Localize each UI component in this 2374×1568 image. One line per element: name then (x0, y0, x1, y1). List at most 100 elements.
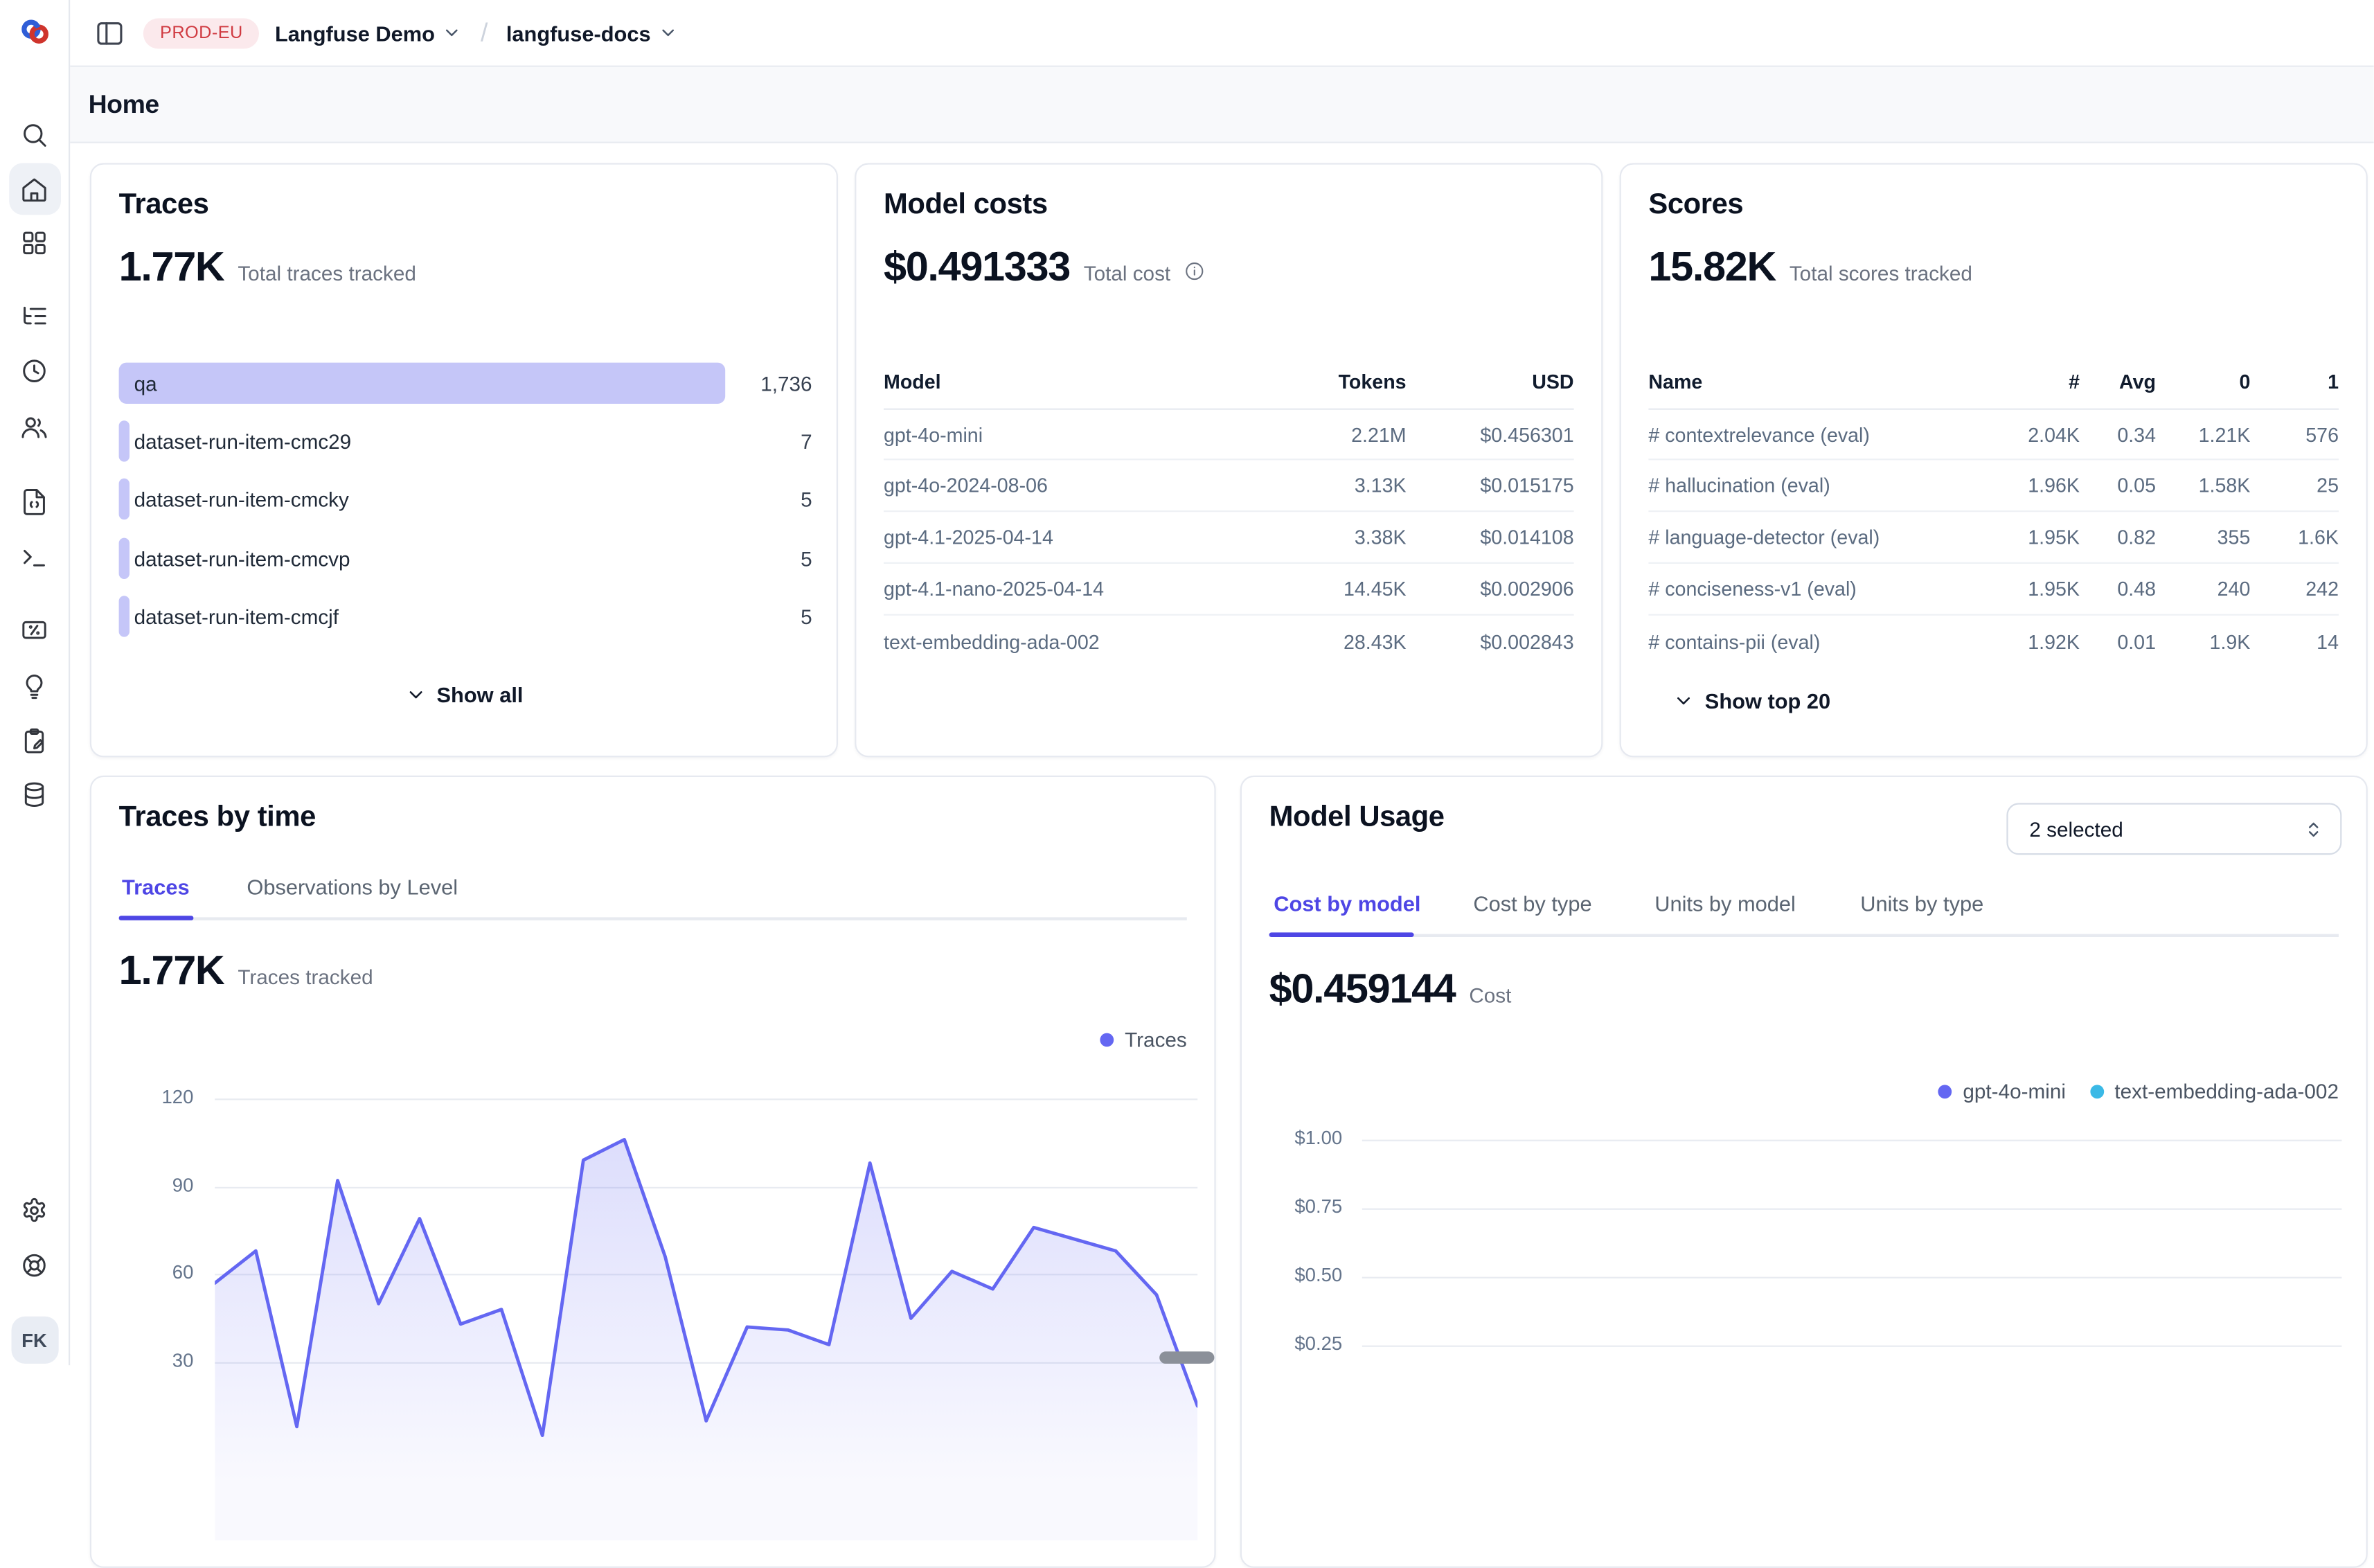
org-name: Langfuse Demo (275, 21, 435, 45)
sidebar-item-dashboards[interactable] (8, 216, 60, 268)
legend-dot (1938, 1085, 1952, 1098)
model-costs-label: Total cost (1084, 262, 1170, 285)
tab-units-by-type[interactable]: Units by type (1860, 891, 1983, 916)
traces-total-metric: 1.77K (119, 244, 224, 291)
tab-observations-by-level[interactable]: Observations by Level (247, 875, 458, 899)
settings-gear-icon (20, 1195, 49, 1224)
users-icon (20, 412, 49, 441)
traces-total-label: Total traces tracked (238, 262, 416, 285)
y-axis-label: $0.25 (1275, 1333, 1342, 1355)
org-switcher[interactable]: Langfuse Demo (275, 21, 463, 45)
table-row: gpt-4.1-nano-2025-04-1414.45K$0.002906 (884, 564, 1574, 616)
sidebar-item-settings[interactable] (8, 1184, 60, 1236)
card-title: Traces (119, 189, 209, 222)
project-switcher[interactable]: langfuse-docs (506, 21, 678, 45)
model-costs-metric: $0.491333 (884, 244, 1070, 291)
usage-cost-label: Cost (1469, 984, 1511, 1007)
model-select-value: 2 selected (2029, 817, 2123, 840)
gridline (1362, 1277, 2342, 1279)
chevrons-up-down-icon (2302, 817, 2325, 840)
model-costs-table: gpt-4o-mini2.21M$0.456301 gpt-4o-2024-08… (884, 409, 1574, 668)
tab-cost-by-model[interactable]: Cost by model (1274, 891, 1420, 916)
scores-total-metric: 15.82K (1648, 244, 1776, 291)
sidebar-item-sessions[interactable] (8, 344, 60, 396)
sidebar-item-search[interactable] (8, 108, 60, 160)
sidebar-item-datasets[interactable] (8, 715, 60, 767)
scores-total-label: Total scores tracked (1790, 262, 1972, 285)
trace-bar (119, 596, 130, 636)
usage-cost-metric: $0.459144 (1269, 966, 1456, 1013)
show-top-20-button[interactable]: Show top 20 (1673, 688, 1831, 713)
table-row: # language-detector (eval)1.95K0.823551.… (1648, 512, 2339, 564)
page-header: Home (70, 67, 2374, 143)
chevron-down-icon (659, 23, 679, 43)
sidebar-toggle-button[interactable] (91, 15, 128, 51)
traces-card: Traces 1.77K Total traces tracked qa 1,7… (90, 163, 838, 757)
sidebar-item-prompts[interactable] (8, 475, 60, 527)
model-usage-card: Model Usage 2 selected Cost by model Cos… (1240, 776, 2368, 1568)
sidebar-item-home[interactable] (8, 163, 60, 215)
scores-card: Scores 15.82K Total scores tracked Name … (1620, 163, 2368, 757)
sidebar-item-tracing[interactable] (8, 289, 60, 341)
table-row: text-embedding-ada-00228.43K$0.002843 (884, 616, 1574, 668)
sidebar-item-annotation[interactable] (8, 660, 60, 712)
horizontal-scrollbar-thumb[interactable] (1159, 1351, 1214, 1364)
sidebar-item-users[interactable] (8, 401, 60, 453)
table-row: # contains-pii (eval)1.92K0.011.9K14 (1648, 616, 2339, 668)
user-avatar[interactable]: FK (10, 1317, 57, 1364)
tracing-tree-icon (20, 301, 49, 330)
trace-bar-value: 7 (801, 429, 812, 452)
trace-bar-label: dataset-run-item-cmc29 (134, 429, 352, 452)
chart-legend: gpt-4o-mini text-embedding-ada-002 (1938, 1080, 2339, 1103)
table-row: # hallucination (eval)1.96K0.051.58K25 (1648, 460, 2339, 512)
sidebar-item-support[interactable] (8, 1239, 60, 1291)
tabs-divider (1269, 934, 2339, 937)
panel-left-icon (94, 17, 125, 48)
info-icon[interactable] (1184, 260, 1206, 289)
search-icon (20, 120, 49, 149)
sidebar: FK (0, 0, 70, 1365)
environment-badge: PROD-EU (143, 17, 260, 48)
trace-bar-value: 5 (801, 488, 812, 510)
tab-units-by-model[interactable]: Units by model (1654, 891, 1796, 916)
model-select[interactable]: 2 selected (2006, 803, 2341, 855)
table-row: gpt-4o-2024-08-063.13K$0.015175 (884, 460, 1574, 512)
traces-by-time-card: Traces by time Traces Observations by Le… (90, 776, 1216, 1568)
y-axis-label: 60 (132, 1262, 193, 1283)
card-title: Traces by time (119, 801, 316, 835)
trace-bar-value: 5 (801, 605, 812, 627)
page-title: Home (89, 89, 159, 120)
y-axis-label: $1.00 (1275, 1128, 1342, 1149)
evaluation-icon (20, 615, 49, 644)
show-all-button[interactable]: Show all (91, 683, 837, 707)
sidebar-item-exports[interactable] (8, 768, 60, 820)
y-axis-label: $0.75 (1275, 1196, 1342, 1218)
langfuse-logo-icon (16, 14, 53, 51)
gridline (1362, 1209, 2342, 1210)
trace-bar-label: qa (134, 372, 157, 395)
y-axis-label: 120 (132, 1087, 193, 1108)
table-row: gpt-4o-mini2.21M$0.456301 (884, 409, 1574, 461)
table-row: # contextrelevance (eval)2.04K0.341.21K5… (1648, 409, 2339, 461)
chevron-down-icon (1673, 691, 1695, 712)
tab-traces[interactable]: Traces (122, 875, 190, 899)
gridline (1362, 1346, 2342, 1347)
sessions-clock-icon (20, 356, 49, 385)
sidebar-item-evaluation[interactable] (8, 603, 60, 655)
annotation-lightbulb-icon (20, 671, 49, 700)
chevron-down-icon (404, 684, 426, 706)
chevron-down-icon (443, 23, 463, 43)
model-costs-table-header: Model Tokens USD (884, 357, 1574, 405)
playground-terminal-icon (20, 542, 49, 571)
tab-cost-by-type[interactable]: Cost by type (1473, 891, 1591, 916)
breadcrumb-separator: / (478, 17, 491, 48)
app-window: FK PROD-EU Langfuse Demo / langfuse-docs… (0, 0, 2374, 1366)
traces-tracked-metric: 1.77K (119, 947, 224, 995)
sidebar-item-playground[interactable] (8, 531, 60, 582)
trace-bar (119, 479, 130, 519)
legend-dot (2090, 1085, 2104, 1098)
dashboard-icon (20, 228, 49, 257)
home-icon (20, 175, 49, 204)
trace-bar-value: 5 (801, 547, 812, 570)
chart-legend: Traces (1100, 1028, 1187, 1051)
